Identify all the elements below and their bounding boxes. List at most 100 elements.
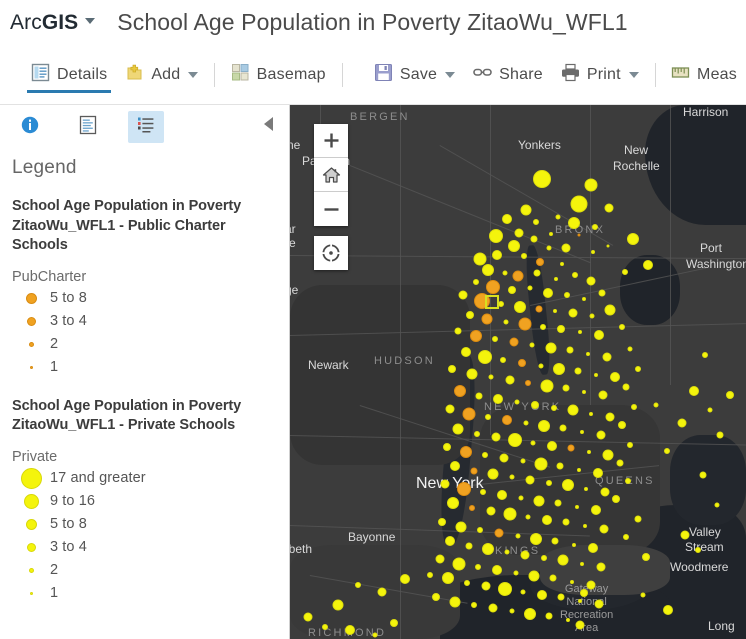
charter-school-marker[interactable]	[457, 482, 471, 496]
private-school-marker[interactable]	[458, 290, 468, 300]
legend-tab[interactable]	[128, 111, 164, 143]
private-school-marker[interactable]	[680, 530, 690, 540]
private-school-marker[interactable]	[445, 536, 455, 546]
private-school-marker[interactable]	[627, 346, 633, 352]
private-school-marker[interactable]	[580, 589, 588, 597]
private-school-marker[interactable]	[465, 542, 473, 550]
private-school-marker[interactable]	[466, 311, 474, 319]
private-school-marker[interactable]	[452, 557, 466, 571]
private-school-marker[interactable]	[695, 547, 701, 553]
private-school-marker[interactable]	[538, 420, 550, 432]
private-school-marker[interactable]	[567, 404, 579, 416]
chevron-down-icon[interactable]	[445, 71, 456, 78]
private-school-marker[interactable]	[568, 308, 578, 318]
private-school-marker[interactable]	[549, 232, 553, 236]
private-school-marker[interactable]	[502, 214, 512, 224]
private-school-marker[interactable]	[612, 495, 620, 503]
private-school-marker[interactable]	[560, 262, 564, 266]
private-school-marker[interactable]	[582, 390, 586, 394]
private-school-marker[interactable]	[461, 347, 471, 357]
private-school-marker[interactable]	[489, 229, 503, 243]
private-school-marker[interactable]	[443, 443, 451, 451]
private-school-marker[interactable]	[557, 593, 565, 601]
private-school-marker[interactable]	[627, 233, 639, 245]
private-school-marker[interactable]	[449, 596, 461, 608]
print-button[interactable]: Print	[552, 45, 648, 104]
private-school-marker[interactable]	[499, 453, 509, 463]
charter-school-marker[interactable]	[486, 280, 500, 294]
private-school-marker[interactable]	[480, 489, 486, 495]
private-school-marker[interactable]	[355, 582, 361, 588]
private-school-marker[interactable]	[372, 632, 378, 638]
private-school-marker[interactable]	[525, 475, 535, 485]
private-school-marker[interactable]	[600, 487, 610, 497]
private-school-marker[interactable]	[584, 178, 598, 192]
private-school-marker[interactable]	[475, 564, 481, 570]
private-school-marker[interactable]	[546, 245, 552, 251]
private-school-marker[interactable]	[689, 386, 699, 396]
private-school-marker[interactable]	[634, 515, 642, 523]
private-school-marker[interactable]	[543, 288, 553, 298]
save-button[interactable]: Save	[365, 45, 464, 104]
private-school-marker[interactable]	[477, 527, 483, 533]
private-school-marker[interactable]	[622, 383, 630, 391]
private-school-marker[interactable]	[594, 373, 598, 377]
private-school-marker[interactable]	[642, 553, 650, 561]
chevron-down-icon[interactable]	[188, 71, 199, 78]
charter-school-marker[interactable]	[470, 330, 482, 342]
private-school-marker[interactable]	[580, 430, 584, 434]
charter-school-marker[interactable]	[536, 258, 544, 266]
private-school-marker[interactable]	[514, 301, 526, 313]
charter-school-marker[interactable]	[567, 444, 575, 452]
private-school-marker[interactable]	[531, 401, 539, 409]
map-canvas[interactable]: BERGENHarrisonYonkersNewRochellenePaters…	[290, 105, 746, 639]
private-school-marker[interactable]	[528, 570, 540, 582]
private-school-marker[interactable]	[492, 336, 498, 342]
private-school-marker[interactable]	[631, 404, 637, 410]
private-school-marker[interactable]	[592, 224, 598, 230]
charter-school-marker[interactable]	[481, 313, 493, 325]
private-school-marker[interactable]	[575, 620, 585, 630]
private-school-marker[interactable]	[485, 414, 491, 420]
private-school-marker[interactable]	[570, 580, 574, 584]
private-school-marker[interactable]	[572, 543, 576, 547]
private-school-marker[interactable]	[610, 372, 620, 382]
private-school-marker[interactable]	[503, 319, 509, 325]
private-school-marker[interactable]	[625, 478, 631, 484]
private-school-marker[interactable]	[520, 589, 526, 595]
private-school-marker[interactable]	[508, 240, 520, 252]
private-school-marker[interactable]	[575, 505, 579, 509]
private-school-marker[interactable]	[551, 405, 557, 411]
zoom-out-button[interactable]	[314, 192, 348, 226]
private-school-marker[interactable]	[577, 468, 581, 472]
private-school-marker[interactable]	[726, 391, 734, 399]
private-school-marker[interactable]	[503, 507, 517, 521]
private-school-marker[interactable]	[557, 554, 569, 566]
private-school-marker[interactable]	[520, 204, 532, 216]
private-school-marker[interactable]	[438, 518, 446, 526]
private-school-marker[interactable]	[566, 618, 570, 622]
private-school-marker[interactable]	[591, 505, 601, 515]
charter-school-marker[interactable]	[577, 233, 581, 237]
private-school-marker[interactable]	[586, 580, 596, 590]
private-school-marker[interactable]	[574, 367, 582, 375]
private-school-marker[interactable]	[707, 407, 713, 413]
charter-school-marker[interactable]	[470, 467, 478, 475]
private-school-marker[interactable]	[518, 495, 524, 501]
private-school-marker[interactable]	[699, 471, 707, 479]
private-school-marker[interactable]	[445, 404, 455, 414]
private-school-marker[interactable]	[556, 462, 564, 470]
private-school-marker[interactable]	[502, 270, 508, 276]
arcgis-brand[interactable]: ArcGIS	[10, 11, 96, 35]
private-school-marker[interactable]	[491, 432, 501, 442]
charter-school-marker[interactable]	[525, 380, 531, 386]
private-school-marker[interactable]	[432, 593, 440, 601]
private-school-marker[interactable]	[466, 368, 478, 380]
private-school-marker[interactable]	[400, 574, 410, 584]
private-school-marker[interactable]	[635, 366, 641, 372]
charter-school-marker[interactable]	[512, 270, 524, 282]
private-school-marker[interactable]	[448, 365, 456, 373]
private-school-marker[interactable]	[596, 430, 606, 440]
charter-school-marker[interactable]	[469, 505, 475, 511]
private-school-marker[interactable]	[546, 480, 552, 486]
